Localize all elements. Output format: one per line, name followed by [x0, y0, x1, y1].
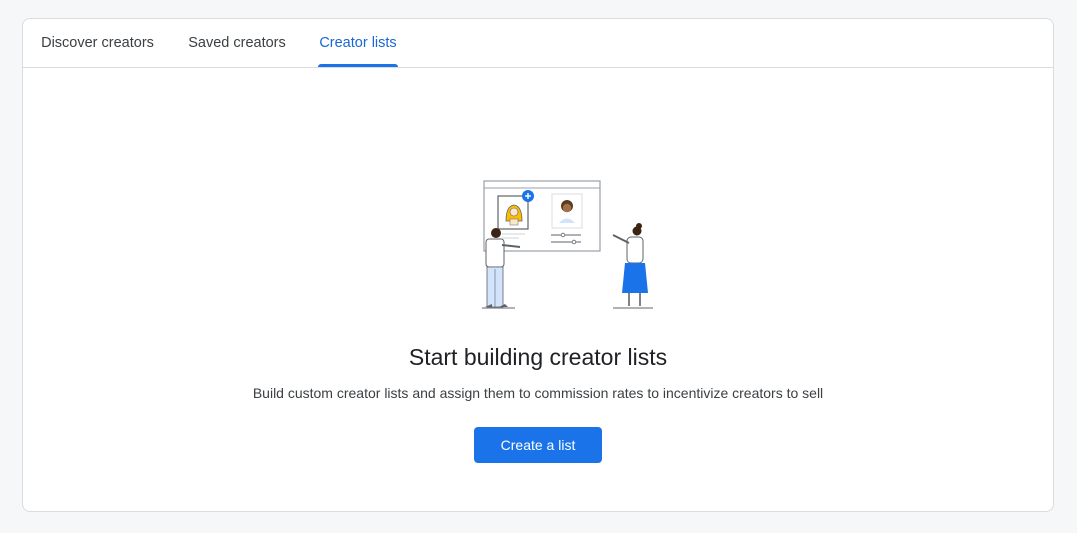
- tab-bar: Discover creators Saved creators Creator…: [23, 19, 1053, 68]
- empty-state-title: Start building creator lists: [408, 344, 668, 370]
- tab-discover-creators[interactable]: Discover creators: [39, 19, 156, 67]
- create-list-button[interactable]: Create a list: [474, 427, 602, 463]
- tab-label: Saved creators: [188, 35, 286, 51]
- people-building-creator-list-illustration: [482, 180, 653, 309]
- tab-saved-creators[interactable]: Saved creators: [187, 19, 287, 67]
- empty-state-description: Build custom creator lists and assign th…: [252, 385, 824, 401]
- active-tab-indicator: [318, 64, 398, 67]
- creator-lists-card: Discover creators Saved creators Creator…: [22, 18, 1054, 512]
- tab-label: Discover creators: [41, 35, 154, 51]
- tab-label: Creator lists: [319, 35, 397, 51]
- tab-creator-lists[interactable]: Creator lists: [318, 19, 398, 67]
